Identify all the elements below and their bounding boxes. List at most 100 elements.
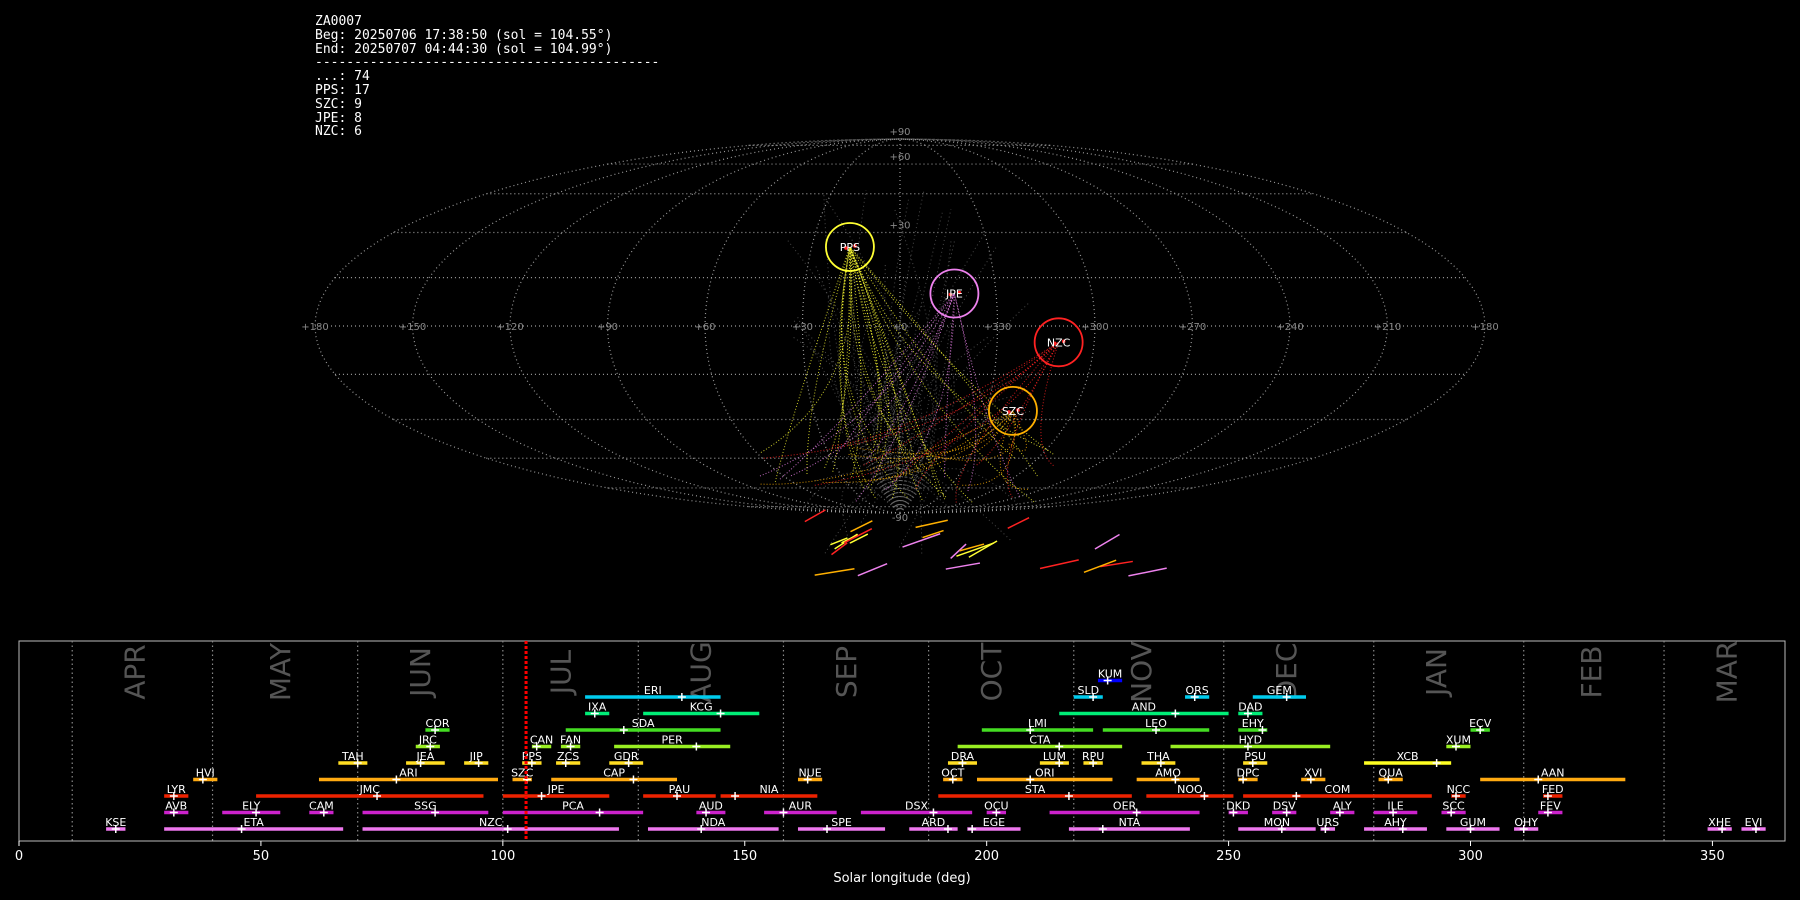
x-tick-label: 300 [1458,849,1483,864]
shower-dsv: DSV [1272,800,1297,817]
shower-label: DRA [951,750,975,763]
shower-jrc: JRC [415,734,440,751]
shower-label: ZCS [557,750,579,763]
shower-dpc: DPC [1237,767,1260,784]
shower-label: SLD [1077,684,1099,697]
shower-label: NOO [1177,783,1203,796]
shower-label: ORS [1185,684,1208,697]
shower-label: EVI [1745,816,1763,829]
shower-scc: SCC [1441,800,1466,817]
shower-label: FEV [1540,800,1561,813]
shower-label: THA [1146,750,1170,763]
shower-cor: COR [425,717,450,734]
month-label: AUG [685,641,718,702]
shower-label: ILE [1387,800,1403,813]
shower-label: MON [1264,816,1290,829]
shower-label: DSX [905,800,928,813]
shower-label: OCU [984,800,1008,813]
shower-dra: DRA [947,750,977,767]
shower-label: JIP [469,750,483,763]
shower-ocu: OCU [984,800,1009,817]
shower-label: JMC [359,783,381,796]
shower-label: PER [662,734,684,747]
shower-sld: SLD [1073,684,1103,701]
shower-label: LUM [1043,750,1066,763]
shower-label: COR [426,717,450,730]
shower-label: LEO [1145,717,1167,730]
shower-label: GEM [1267,684,1292,697]
shower-label: NUE [798,767,821,780]
shower-label: OER [1113,800,1137,813]
shower-label: NCC [1447,783,1471,796]
shower-dad: DAD [1238,701,1263,718]
shower-label: OHY [1514,816,1538,829]
month-label: APR [119,644,152,700]
shower-fan: FAN [560,734,581,751]
shower-ecv: ECV [1469,717,1492,734]
shower-label: COM [1325,783,1351,796]
shower-label: KSE [105,816,126,829]
month-label: JUL [544,649,577,696]
month-label: JAN [1420,648,1453,698]
month-label: FEB [1575,645,1608,698]
month-label: MAY [264,642,297,701]
shower-oct: OCT [941,767,965,784]
shower-cam: CAM [309,800,334,817]
shower-label: TAH [341,750,364,763]
shower-label: AVB [165,800,187,813]
shower-label: DKD [1226,800,1250,813]
shower-tah: TAH [338,750,368,767]
shower-label: CAN [530,734,553,747]
shower-label: LYR [167,783,186,796]
shower-label: JPE [547,783,565,796]
shower-label: SCC [1442,800,1465,813]
shower-hvi: HVI [193,767,218,784]
shower-xum: XUM [1446,734,1471,751]
x-tick-label: 100 [490,849,515,864]
shower-timeline-chart: APR MAY JUN JUL AUG SEP OCT NOV DEC JAN FEB MARKUME… [15,640,1786,886]
shower-label: EGE [983,816,1005,829]
shower-label: STA [1025,783,1046,796]
shower-label: RPU [1082,750,1104,763]
shower-ors: ORS [1185,684,1210,701]
shower-xhe: XHE [1707,816,1732,833]
x-tick-label: 350 [1700,849,1725,864]
shower-label: ORI [1035,767,1055,780]
shower-label: NDA [701,816,726,829]
shower-label: FED [1542,783,1564,796]
shower-szc: SZC [511,767,534,784]
shower-kum: KUM [1098,668,1122,685]
month-label: OCT [975,642,1008,702]
shower-label: XUM [1446,734,1471,747]
shower-label: URS [1316,816,1339,829]
shower-label: GUM [1460,816,1486,829]
shower-label: NIA [759,783,778,796]
shower-label: SZC [511,767,534,780]
shower-label: AHY [1384,816,1407,829]
month-label: SEP [830,646,863,698]
x-tick-label: 200 [974,849,999,864]
month-label: MAR [1710,641,1743,704]
shower-gdr: GDR [609,750,644,767]
shower-label: OCT [941,767,964,780]
shower-can: CAN [530,734,553,751]
shower-label: ERI [644,684,662,697]
month-label: JUN [404,647,437,699]
shower-fed: FED [1542,783,1564,800]
shower-label: KCG [690,701,713,714]
shower-label: AAN [1541,767,1565,780]
shower-aly: ALY [1330,800,1355,817]
shower-psu: PSU [1243,750,1268,767]
shower-ixa: IXA [585,701,610,718]
shower-lyr: LYR [164,783,189,800]
shower-evi: EVI [1741,816,1766,833]
shower-dkd: DKD [1226,800,1250,817]
shower-xvi: XVI [1301,767,1326,784]
shower-ehy: EHY [1238,717,1268,734]
shower-label: AMO [1155,767,1181,780]
shower-ohy: OHY [1514,816,1538,833]
shower-avb: AVB [164,800,189,817]
shower-kse: KSE [105,816,126,833]
shower-label: CTA [1029,734,1051,747]
x-tick-label: 250 [1216,849,1241,864]
